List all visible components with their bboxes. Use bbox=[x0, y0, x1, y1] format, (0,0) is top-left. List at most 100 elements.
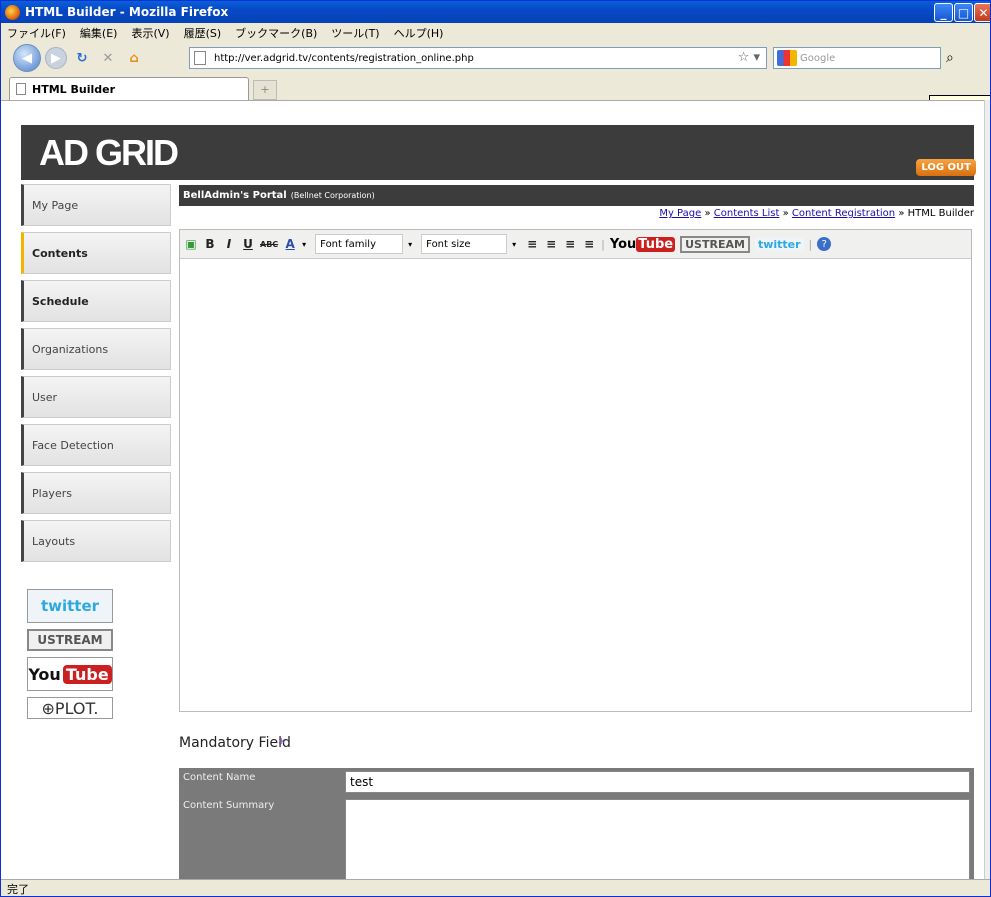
font-color-dropdown-icon[interactable]: ▾ bbox=[302, 240, 310, 249]
html-editor: ▣ B I U ABC A ▾ Font family ▾ Font size … bbox=[179, 229, 972, 712]
menu-bar: ファイル(F) 編集(E) 表示(V) 履歴(S) ブックマーク(B) ツール(… bbox=[1, 23, 990, 42]
toolbar-divider: | bbox=[601, 237, 605, 251]
youtube-tube-text: Tube bbox=[62, 664, 112, 684]
close-button[interactable]: ✕ bbox=[974, 3, 990, 22]
ustream-badge[interactable]: USTREAM bbox=[27, 629, 113, 651]
stop-icon[interactable]: ✕ bbox=[97, 47, 119, 69]
tab-page-icon bbox=[16, 83, 26, 95]
social-badges: twitter USTREAM You Tube ⊕ PLOT. bbox=[27, 589, 113, 725]
content-form: Content Name test Content Summary bbox=[179, 768, 974, 879]
breadcrumb-content-registration[interactable]: Content Registration bbox=[792, 208, 895, 219]
menu-edit[interactable]: 編集(E) bbox=[80, 25, 118, 41]
bookmark-star-icon[interactable]: ☆ ▾ bbox=[738, 50, 760, 65]
logout-button[interactable]: LOG OUT bbox=[916, 159, 976, 176]
mandatory-note: * Mandatory Field bbox=[179, 735, 291, 752]
youtube-badge[interactable]: You Tube bbox=[27, 657, 113, 691]
menu-help[interactable]: ヘルプ(H) bbox=[394, 25, 444, 41]
adgrid-logo[interactable]: AD GRID bbox=[39, 134, 179, 172]
sidebar-item-layouts[interactable]: Layouts bbox=[21, 520, 171, 562]
sidebar-item-my-page[interactable]: My Page bbox=[21, 184, 171, 226]
align-justify-icon[interactable]: ≡ bbox=[582, 237, 596, 251]
portal-company: (Bellnet Corporation) bbox=[290, 191, 375, 200]
toolbar-divider-2: | bbox=[808, 237, 813, 251]
font-family-value: Font family bbox=[320, 238, 376, 250]
menu-view[interactable]: 表示(V) bbox=[131, 25, 169, 41]
strikethrough-button[interactable]: ABC bbox=[260, 240, 278, 249]
page-scrollbar[interactable] bbox=[984, 100, 990, 879]
youtube-you-text: You bbox=[28, 664, 61, 684]
menu-tools[interactable]: ツール(T) bbox=[331, 25, 379, 41]
tab-label: HTML Builder bbox=[32, 82, 116, 96]
sidebar-item-players[interactable]: Players bbox=[21, 472, 171, 514]
breadcrumb: My Page » Contents List » Content Regist… bbox=[659, 208, 974, 219]
ustream-insert-button[interactable]: USTREAM bbox=[680, 235, 750, 253]
font-family-dropdown-icon[interactable]: ▾ bbox=[408, 240, 416, 249]
url-bar[interactable]: http://ver.adgrid.tv/contents/registrati… bbox=[189, 47, 767, 69]
sidebar-item-face-detection[interactable]: Face Detection bbox=[21, 424, 171, 466]
breadcrumb-contents-list[interactable]: Contents List bbox=[714, 208, 780, 219]
underline-button[interactable]: U bbox=[241, 237, 255, 251]
sidebar-item-schedule[interactable]: Schedule bbox=[21, 280, 171, 322]
status-bar: 完了 bbox=[1, 879, 990, 896]
window-title: HTML Builder - Mozilla Firefox bbox=[25, 5, 229, 19]
google-icon[interactable] bbox=[777, 50, 797, 66]
font-size-value: Font size bbox=[426, 238, 471, 250]
page-icon bbox=[194, 51, 206, 65]
font-family-select[interactable]: Font family bbox=[315, 234, 404, 254]
font-size-dropdown-icon[interactable]: ▾ bbox=[512, 240, 520, 249]
mandatory-text: Mandatory Field bbox=[179, 735, 291, 751]
new-tab-button[interactable]: + bbox=[253, 80, 277, 100]
menu-history[interactable]: 履歴(S) bbox=[184, 25, 222, 41]
twitter-badge[interactable]: twitter bbox=[27, 589, 113, 623]
maximize-button[interactable]: □ bbox=[954, 3, 973, 22]
forward-button[interactable]: ▶ bbox=[45, 47, 67, 69]
back-button[interactable]: ◀ bbox=[13, 44, 41, 72]
status-text: 完了 bbox=[7, 883, 29, 896]
content-summary-label: Content Summary bbox=[183, 800, 275, 811]
plot-text: PLOT. bbox=[54, 698, 99, 718]
sidebar-item-contents[interactable]: Contents bbox=[21, 232, 171, 274]
align-center-icon[interactable]: ≡ bbox=[544, 237, 558, 251]
navigation-toolbar: ◀ ▶ ↻ ✕ ⌂ http://ver.adgrid.tv/contents/… bbox=[1, 42, 990, 74]
site-header: AD GRID LOG OUT bbox=[21, 125, 976, 180]
menu-file[interactable]: ファイル(F) bbox=[7, 25, 66, 41]
breadcrumb-my-page[interactable]: My Page bbox=[659, 208, 701, 219]
minimize-button[interactable]: _ bbox=[934, 3, 953, 22]
twitter-insert-button[interactable]: twitter bbox=[754, 237, 804, 251]
menu-bookmarks[interactable]: ブックマーク(B) bbox=[235, 25, 317, 41]
breadcrumb-current: HTML Builder bbox=[907, 208, 974, 219]
tab-bar: HTML Builder + bbox=[1, 74, 990, 100]
align-left-icon[interactable]: ≡ bbox=[525, 237, 539, 251]
bold-button[interactable]: B bbox=[203, 237, 217, 251]
editor-toolbar: ▣ B I U ABC A ▾ Font family ▾ Font size … bbox=[180, 230, 971, 259]
sidebar: My Page Contents Schedule Organizations … bbox=[21, 184, 171, 568]
content-name-label: Content Name bbox=[183, 772, 256, 783]
reload-icon[interactable]: ↻ bbox=[71, 47, 93, 69]
globe-icon: ⊕ bbox=[41, 698, 55, 718]
home-icon[interactable]: ⌂ bbox=[123, 47, 145, 69]
editor-body[interactable] bbox=[180, 259, 971, 711]
sidebar-item-user[interactable]: User bbox=[21, 376, 171, 418]
search-bar[interactable]: Google bbox=[773, 47, 941, 69]
insert-image-icon[interactable]: ▣ bbox=[184, 237, 198, 251]
search-magnifier-icon[interactable]: ⌕ bbox=[946, 50, 954, 66]
title-bar: HTML Builder - Mozilla Firefox _ □ ✕ bbox=[1, 1, 990, 23]
sidebar-item-organizations[interactable]: Organizations bbox=[21, 328, 171, 370]
youtube-insert-button[interactable]: You Tube bbox=[609, 236, 676, 252]
font-size-select[interactable]: Font size bbox=[421, 234, 508, 254]
tab-html-builder[interactable]: HTML Builder bbox=[9, 77, 249, 100]
plot-badge[interactable]: ⊕ PLOT. bbox=[27, 697, 113, 719]
yt-you: You bbox=[609, 236, 637, 252]
help-icon[interactable]: ? bbox=[817, 237, 832, 251]
portal-bar: BellAdmin's Portal (Bellnet Corporation) bbox=[179, 185, 974, 206]
page-content: AD GRID LOG OUT My Page Contents Schedul… bbox=[1, 100, 984, 879]
content-name-input[interactable]: test bbox=[345, 771, 970, 793]
browser-window: HTML Builder - Mozilla Firefox _ □ ✕ ファイ… bbox=[0, 0, 991, 897]
portal-name: BellAdmin's Portal bbox=[183, 190, 287, 201]
mandatory-star: * bbox=[278, 737, 285, 752]
url-text: http://ver.adgrid.tv/contents/registrati… bbox=[214, 52, 474, 64]
italic-button[interactable]: I bbox=[222, 237, 236, 251]
align-right-icon[interactable]: ≡ bbox=[563, 237, 577, 251]
content-summary-textarea[interactable] bbox=[345, 799, 970, 879]
font-color-button[interactable]: A bbox=[283, 237, 297, 251]
